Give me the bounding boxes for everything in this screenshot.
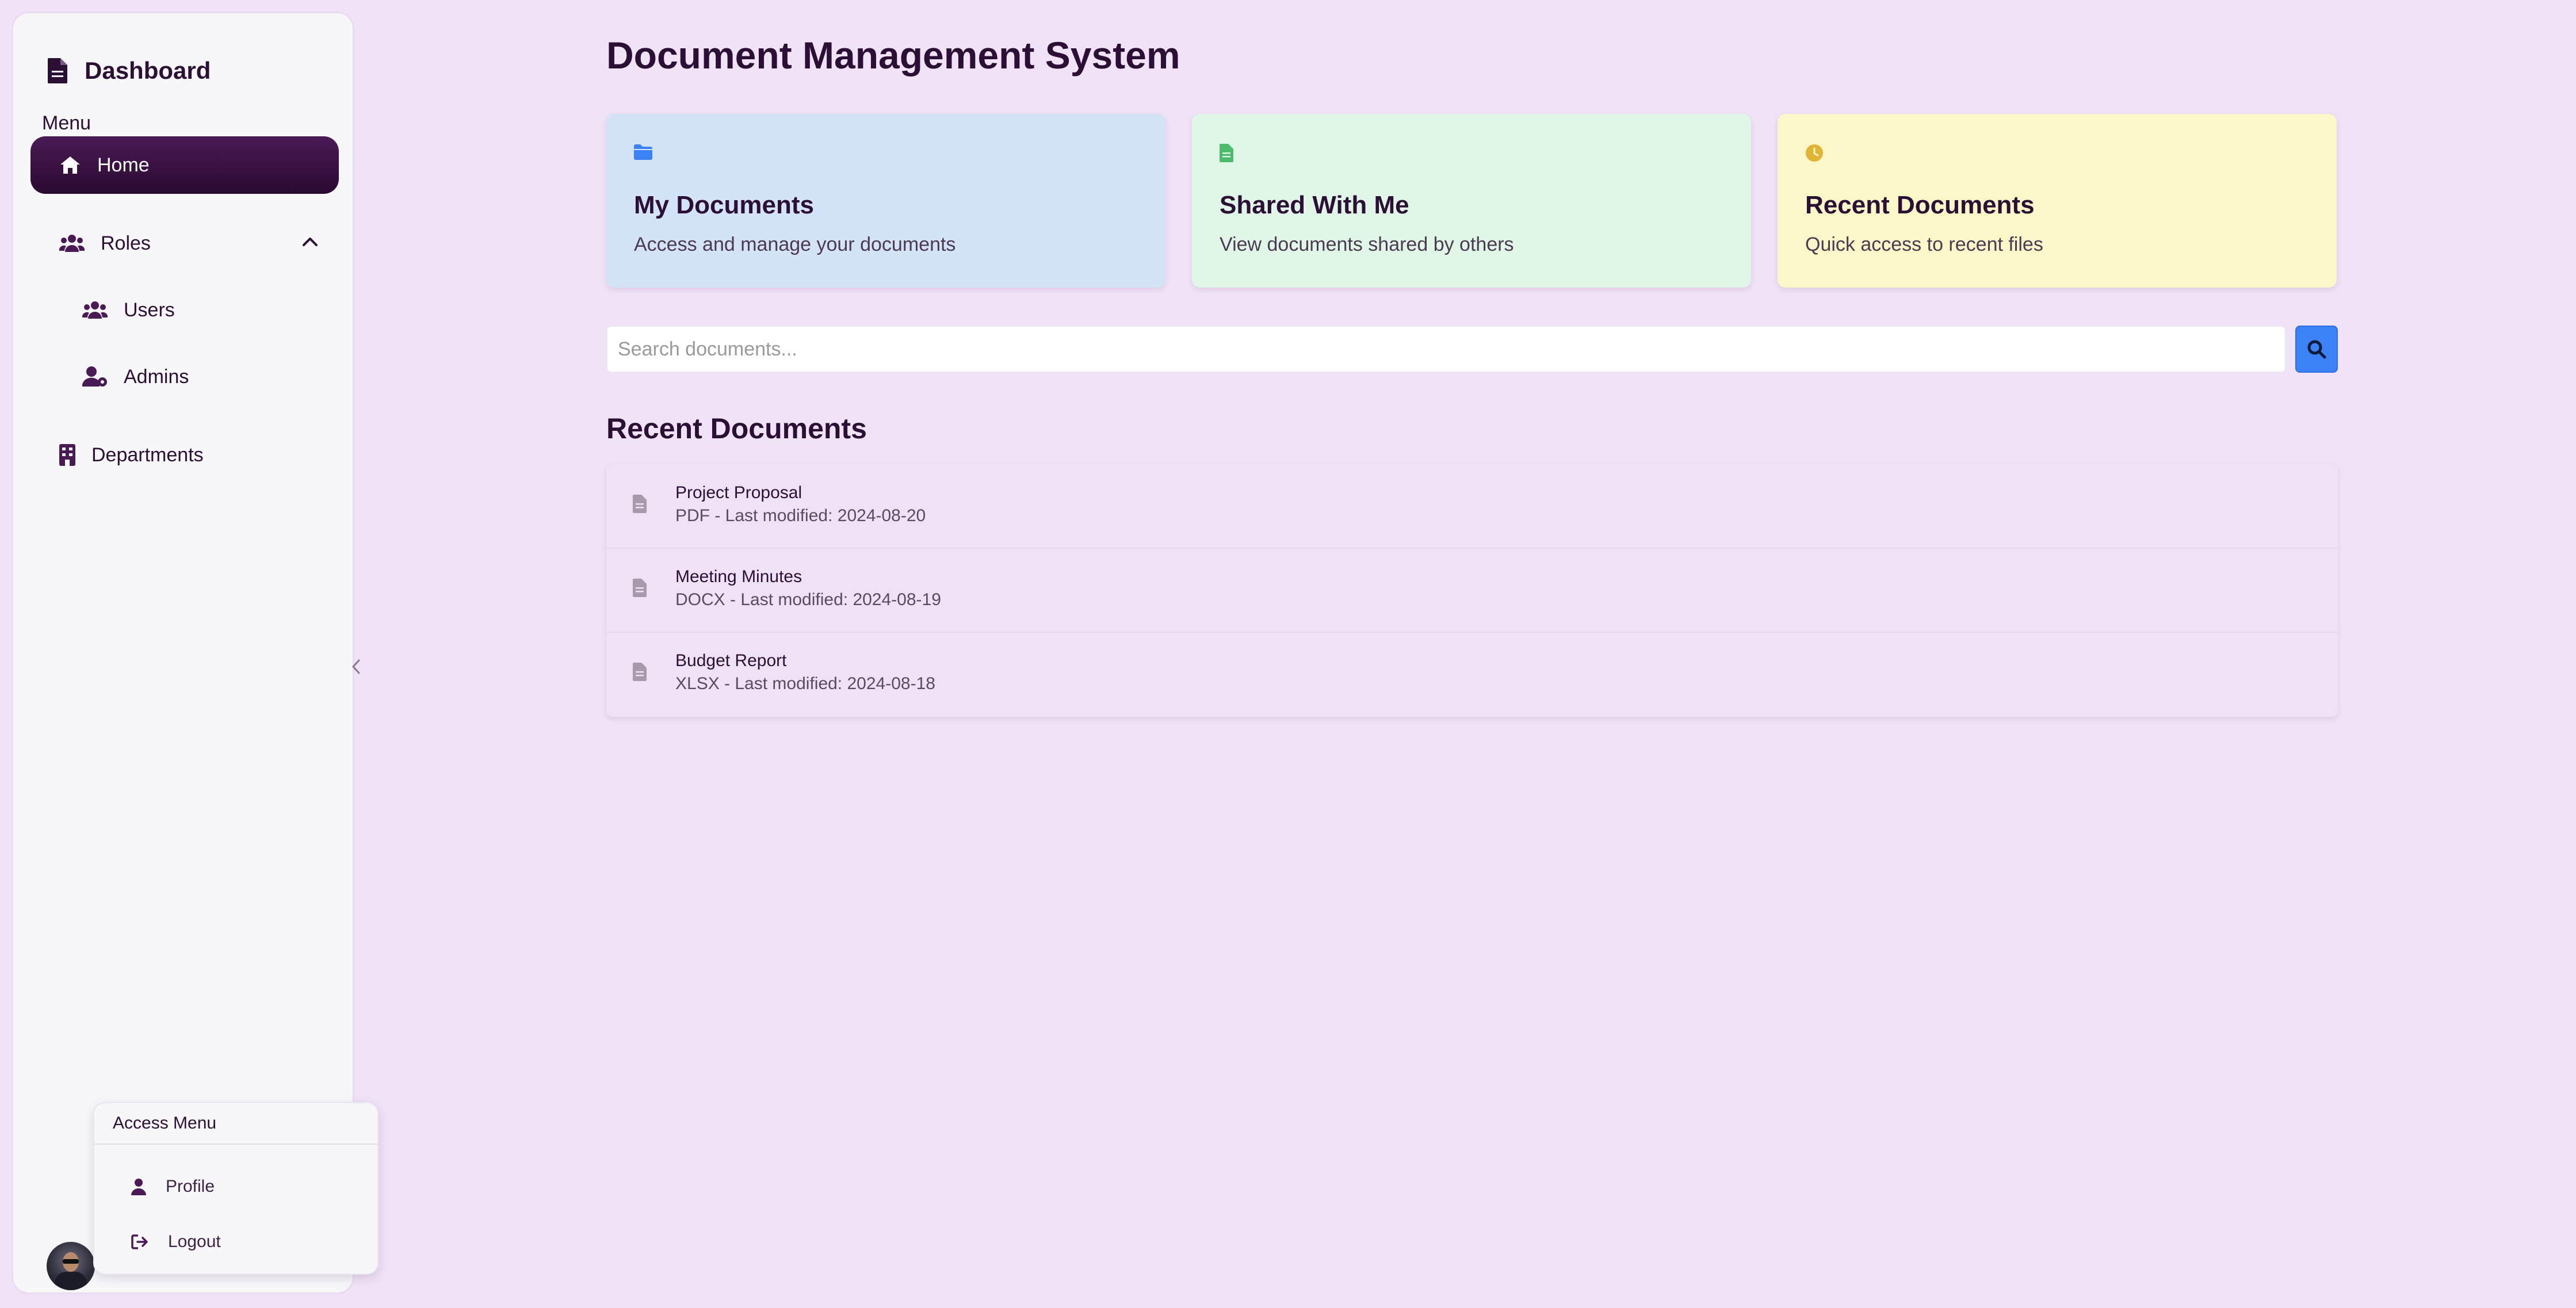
building-icon	[59, 444, 75, 466]
profile-menu-item[interactable]: Profile	[131, 1177, 215, 1196]
brand[interactable]: Dashboard	[48, 57, 211, 85]
logout-menu-item[interactable]: Logout	[131, 1232, 221, 1252]
sidebar-collapse-toggle[interactable]	[348, 655, 364, 678]
search-button[interactable]	[2295, 326, 2338, 373]
document-meta: DOCX - Last modified: 2024-08-19	[675, 590, 941, 609]
card-description: View documents shared by others	[1220, 234, 1514, 255]
sidebar-item-admins[interactable]: Admins	[30, 348, 339, 406]
sidebar-item-label: Roles	[101, 232, 151, 254]
card-title: My Documents	[634, 191, 814, 219]
card-title: Recent Documents	[1805, 191, 2035, 219]
folder-icon	[634, 144, 652, 160]
menu-label: Menu	[42, 112, 91, 134]
list-item[interactable]: Budget Report XLSX - Last modified: 2024…	[606, 633, 2338, 717]
sidebar-item-label: Admins	[124, 365, 189, 388]
page-title: Document Management System	[606, 34, 1180, 77]
user-icon	[131, 1179, 146, 1195]
document-name: Budget Report	[675, 651, 787, 670]
file-icon	[633, 663, 647, 681]
logout-label: Logout	[168, 1232, 221, 1251]
file-icon	[1220, 144, 1233, 162]
sidebar-item-label: Home	[97, 154, 150, 176]
chevron-up-icon[interactable]	[302, 236, 318, 247]
recent-documents-card[interactable]: Recent Documents Quick access to recent …	[1778, 114, 2337, 288]
search-input[interactable]	[607, 327, 2285, 372]
list-item[interactable]: Project Proposal PDF - Last modified: 20…	[606, 465, 2338, 549]
sidebar-item-home[interactable]: Home	[30, 136, 339, 194]
document-list: Project Proposal PDF - Last modified: 20…	[606, 465, 2338, 717]
document-name: Project Proposal	[675, 483, 802, 502]
document-icon	[48, 58, 67, 83]
card-title: Shared With Me	[1220, 191, 1409, 219]
recent-documents-heading: Recent Documents	[606, 412, 867, 445]
shared-with-me-card[interactable]: Shared With Me View documents shared by …	[1192, 114, 1751, 288]
sidebar-item-roles[interactable]: Roles	[30, 215, 339, 272]
search-icon	[2307, 340, 2326, 359]
access-menu-popup: Access Menu Profile Logout	[93, 1102, 379, 1275]
chevron-left-icon	[351, 659, 360, 674]
my-documents-card[interactable]: My Documents Access and manage your docu…	[606, 114, 1165, 288]
document-meta: XLSX - Last modified: 2024-08-18	[675, 674, 935, 693]
list-item[interactable]: Meeting Minutes DOCX - Last modified: 20…	[606, 549, 2338, 633]
file-icon	[633, 579, 647, 597]
home-icon	[60, 156, 80, 174]
divider	[94, 1143, 377, 1145]
sidebar-item-label: Departments	[91, 443, 204, 466]
brand-title: Dashboard	[85, 57, 211, 84]
document-meta: PDF - Last modified: 2024-08-20	[675, 506, 926, 525]
users-icon	[59, 235, 85, 252]
access-menu-title: Access Menu	[113, 1114, 217, 1133]
profile-label: Profile	[166, 1177, 215, 1196]
user-gear-icon	[82, 366, 107, 387]
sidebar-item-users[interactable]: Users	[30, 281, 339, 339]
search-box	[606, 326, 2286, 373]
logout-icon	[131, 1234, 148, 1249]
avatar[interactable]	[47, 1242, 95, 1290]
file-icon	[633, 495, 647, 513]
sidebar-item-departments[interactable]: Departments	[30, 426, 339, 484]
users-icon	[82, 301, 108, 319]
sidebar-item-label: Users	[124, 299, 175, 321]
card-description: Access and manage your documents	[634, 234, 956, 255]
clock-icon	[1806, 144, 1823, 162]
document-name: Meeting Minutes	[675, 567, 802, 586]
card-description: Quick access to recent files	[1805, 234, 2043, 255]
